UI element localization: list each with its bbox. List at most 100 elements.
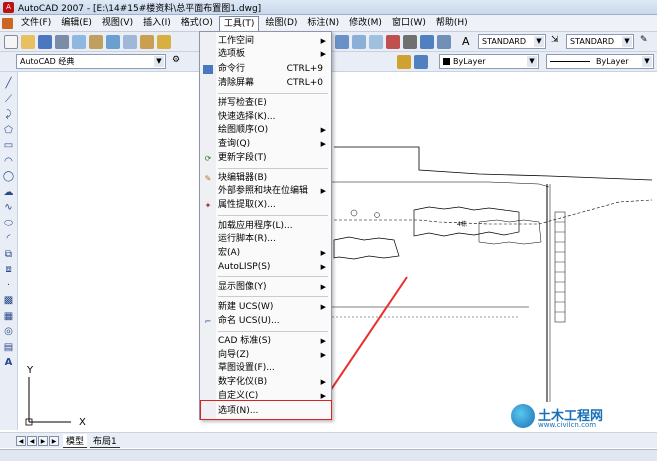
menu-item-update-fields[interactable]: ⟳ 更新字段(T): [200, 152, 331, 165]
menu-edit[interactable]: 编辑(E): [57, 16, 96, 31]
status-bar: [0, 449, 657, 461]
menu-item-load-application[interactable]: 加载应用程序(L)...: [200, 220, 331, 233]
make-block-icon[interactable]: ⧈: [3, 264, 15, 276]
linetype-select[interactable]: ByLayer ▼: [546, 54, 654, 69]
table-style-icon[interactable]: ✎: [640, 35, 654, 49]
menu-window[interactable]: 窗口(W): [388, 16, 430, 31]
print-icon[interactable]: [55, 34, 69, 49]
menu-item-clean-screen[interactable]: 清除屏幕 CTRL+0: [200, 77, 331, 90]
gradient-icon[interactable]: ▦: [3, 311, 15, 323]
tab-layout1[interactable]: 布局1: [90, 434, 120, 448]
menu-item-inquiry[interactable]: 查询(Q) ▶: [200, 138, 331, 151]
next-tab-icon[interactable]: ▶: [38, 435, 48, 446]
calculator-icon[interactable]: [420, 35, 434, 49]
last-tab-icon[interactable]: ▶: [49, 435, 59, 446]
menu-item-workspaces[interactable]: 工作空间 ▶: [200, 35, 331, 48]
sheet-set-icon[interactable]: [386, 35, 400, 49]
document-icon[interactable]: [2, 17, 13, 29]
menu-separator: [218, 168, 328, 169]
color-select[interactable]: ByLayer ▼: [439, 54, 539, 69]
open-icon[interactable]: [21, 34, 35, 49]
multiline-text-icon[interactable]: A: [3, 357, 15, 369]
arc-icon[interactable]: ◠: [3, 156, 15, 168]
menu-item-attribute-extract[interactable]: ✦ 属性提取(X)...: [200, 199, 331, 212]
workspace-select[interactable]: AutoCAD 经典 ▼: [16, 54, 166, 69]
menu-item-named-ucs[interactable]: ⌐ 命名 UCS(U)...: [200, 315, 331, 328]
menu-modify[interactable]: 修改(M): [345, 16, 386, 31]
paste-icon[interactable]: [140, 34, 154, 49]
menu-view[interactable]: 视图(V): [98, 16, 137, 31]
save-icon[interactable]: [38, 34, 52, 49]
drawing-svg: 4栋 Y X: [25, 146, 653, 428]
copy-icon[interactable]: [123, 34, 137, 49]
menu-tools[interactable]: 工具(T): [218, 15, 260, 31]
submenu-arrow-icon: ▶: [320, 126, 326, 134]
submenu-arrow-icon: ▶: [320, 283, 326, 291]
menu-draw[interactable]: 绘图(D): [261, 16, 301, 31]
tool-palettes-icon[interactable]: [369, 35, 383, 49]
revision-cloud-icon[interactable]: ☁: [3, 187, 15, 199]
design-center-icon[interactable]: [352, 35, 366, 49]
window-title: AutoCAD 2007 - [E:\14#15#楼资料\总平面布置图1.dwg…: [18, 3, 262, 14]
menu-item-display-image[interactable]: 显示图像(Y) ▶: [200, 281, 331, 294]
workspace-settings-icon[interactable]: ⚙: [172, 55, 186, 69]
submenu-arrow-icon: ▶: [320, 140, 326, 148]
menu-item-cad-standards[interactable]: CAD 标准(S) ▶: [200, 335, 331, 348]
text-style-select[interactable]: STANDARD ▼: [478, 34, 546, 49]
menu-item-xref-edit[interactable]: 外部参照和块在位编辑 ▶: [200, 185, 331, 198]
submenu-arrow-icon: ▶: [320, 50, 326, 58]
drawing-canvas[interactable]: 4栋 Y X: [19, 72, 657, 430]
new-icon[interactable]: [4, 34, 18, 49]
menu-file[interactable]: 文件(F): [17, 16, 55, 31]
properties-icon[interactable]: [335, 35, 349, 49]
options-highlight-box: [200, 400, 332, 420]
insert-block-icon[interactable]: ⧉: [3, 249, 15, 261]
menu-item-quick-select[interactable]: 快速选择(K)...: [200, 111, 331, 124]
markup-icon[interactable]: [403, 35, 417, 49]
publish-icon[interactable]: [89, 34, 103, 49]
menu-item-tablet[interactable]: 数字化仪(B) ▶: [200, 376, 331, 389]
menu-item-spelling[interactable]: 拼写检查(E): [200, 97, 331, 110]
table-icon[interactable]: ▤: [3, 342, 15, 354]
menu-item-palettes[interactable]: 选项板 ▶: [200, 48, 331, 61]
title-bar: A AutoCAD 2007 - [E:\14#15#楼资料\总平面布置图1.d…: [0, 0, 657, 15]
text-style-icon: A: [462, 35, 470, 48]
menu-item-macro[interactable]: 宏(A) ▶: [200, 247, 331, 260]
ellipse-icon[interactable]: ⬭: [3, 218, 15, 230]
color-swatch: [443, 58, 450, 65]
hatch-icon[interactable]: ▩: [3, 295, 15, 307]
menu-item-draw-order[interactable]: 绘图顺序(O) ▶: [200, 124, 331, 137]
print-preview-icon[interactable]: [72, 34, 86, 49]
rectangle-icon[interactable]: ▭: [3, 140, 15, 152]
menu-dimension[interactable]: 标注(N): [303, 16, 343, 31]
menu-help[interactable]: 帮助(H): [432, 16, 472, 31]
menu-item-new-ucs[interactable]: 新建 UCS(W) ▶: [200, 301, 331, 314]
menu-item-drafting-settings[interactable]: 草图设置(F)...: [200, 362, 331, 375]
construction-line-icon[interactable]: ⟋: [3, 94, 15, 106]
help-icon[interactable]: [437, 35, 451, 49]
menu-item-run-script[interactable]: 运行脚本(R)...: [200, 233, 331, 246]
polyline-icon[interactable]: ⤸: [3, 109, 15, 121]
line-icon[interactable]: ╱: [3, 78, 15, 90]
match-properties-icon[interactable]: [157, 34, 171, 49]
circle-icon[interactable]: ◯: [3, 171, 15, 183]
menu-item-block-editor[interactable]: ✎ 块编辑器(B): [200, 172, 331, 185]
ellipse-arc-icon[interactable]: ◜: [3, 233, 15, 245]
polygon-icon[interactable]: ⬠: [3, 125, 15, 137]
menu-item-command-line[interactable]: 命令行 CTRL+9: [200, 63, 331, 76]
menu-insert[interactable]: 插入(I): [139, 16, 175, 31]
menu-format[interactable]: 格式(O): [177, 16, 217, 31]
first-tab-icon[interactable]: ◀: [16, 435, 26, 446]
menu-item-autolisp[interactable]: AutoLISP(S) ▶: [200, 261, 331, 274]
point-icon[interactable]: ·: [3, 280, 15, 292]
watermark-logo: 土木工程网 www.civilcn.com: [511, 404, 651, 432]
layer-previous-icon[interactable]: [397, 55, 411, 69]
prev-tab-icon[interactable]: ◀: [27, 435, 37, 446]
dim-style-select[interactable]: STANDARD ▼: [566, 34, 634, 49]
spline-icon[interactable]: ∿: [3, 202, 15, 214]
layer-state-icon[interactable]: [414, 55, 428, 69]
tab-model[interactable]: 模型: [63, 433, 88, 448]
cut-icon[interactable]: [106, 34, 120, 49]
menu-item-wizards[interactable]: 向导(Z) ▶: [200, 349, 331, 362]
region-icon[interactable]: ◎: [3, 326, 15, 338]
